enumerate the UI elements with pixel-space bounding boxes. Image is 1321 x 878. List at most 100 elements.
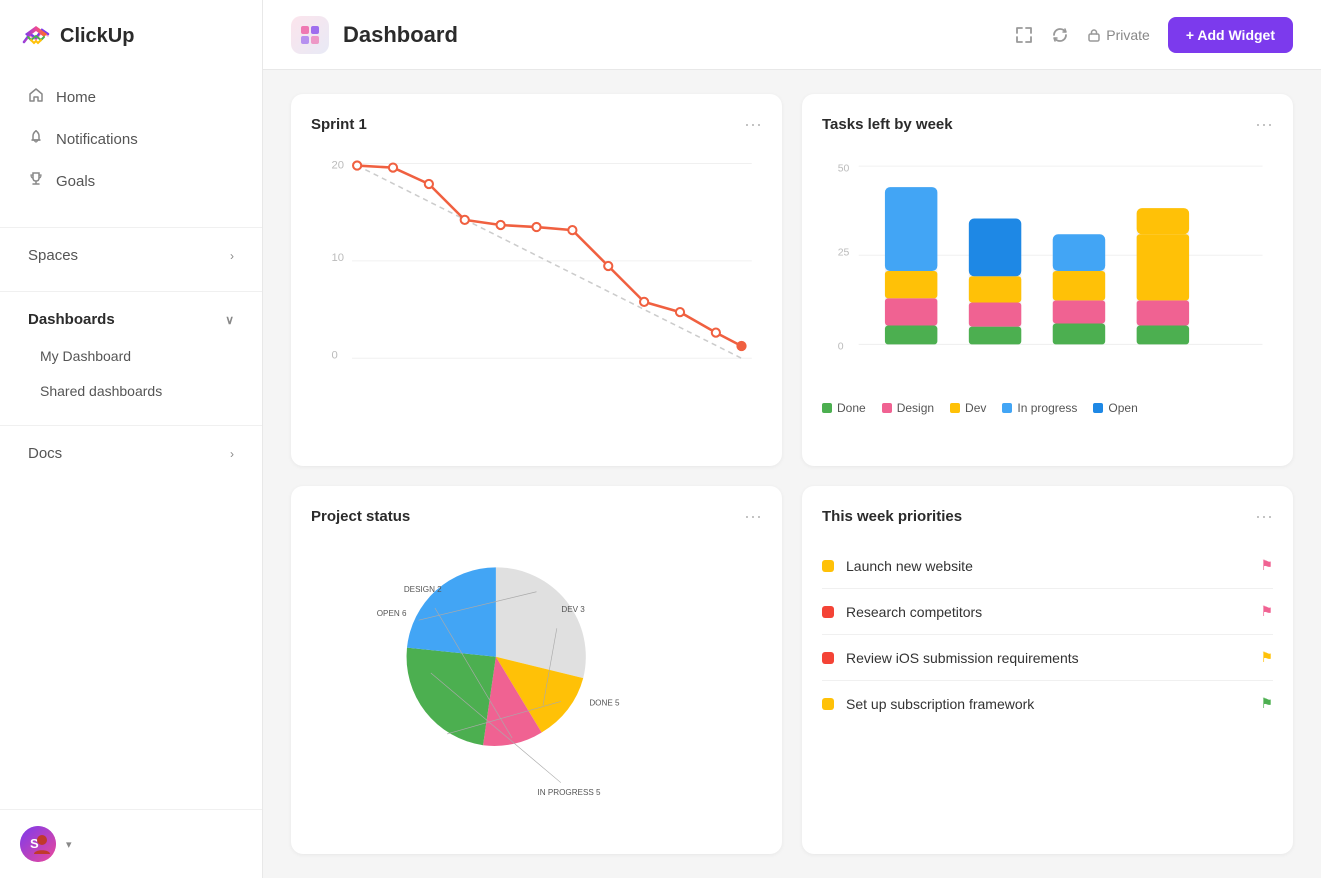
priority-item-subscription[interactable]: Set up subscription framework ⚑ xyxy=(822,681,1273,726)
chart-legend: Done Design Dev In progress Open xyxy=(822,401,1273,415)
sprint-card-header: Sprint 1 ··· xyxy=(311,114,762,135)
header: Dashboard Privat xyxy=(263,0,1321,70)
private-label: Private xyxy=(1106,27,1150,43)
project-status-card: Project status ··· xyxy=(291,486,782,854)
sidebar: ClickUp Home Notifications xyxy=(0,0,263,878)
tasks-card-header: Tasks left by week ··· xyxy=(822,114,1273,135)
priorities-title: This week priorities xyxy=(822,508,962,525)
pie-chart-svg: DEV 3 DESIGN 2 DONE 5 IN PROGRESS 5 OPEN… xyxy=(311,543,762,803)
sprint-card: Sprint 1 ··· 20 10 0 xyxy=(291,94,782,466)
priorities-card: This week priorities ··· Launch new webs… xyxy=(802,486,1293,854)
project-status-menu[interactable]: ··· xyxy=(744,506,762,527)
legend-open-label: Open xyxy=(1108,401,1137,415)
sidebar-item-goals[interactable]: Goals xyxy=(8,161,254,202)
docs-section: Docs › xyxy=(0,425,262,473)
legend-in-progress-label: In progress xyxy=(1017,401,1077,415)
legend-open: Open xyxy=(1093,401,1137,415)
svg-text:DESIGN 2: DESIGN 2 xyxy=(404,585,442,594)
spaces-label: Spaces xyxy=(28,247,78,264)
refresh-button[interactable] xyxy=(1051,26,1069,44)
priority-label-launch: Launch new website xyxy=(846,558,1248,574)
project-status-title: Project status xyxy=(311,508,410,525)
bell-icon xyxy=(28,129,44,150)
dashboards-label: Dashboards xyxy=(28,311,115,328)
dev-dot xyxy=(950,403,960,413)
sidebar-item-shared-dashboards[interactable]: Shared dashboards xyxy=(8,374,254,408)
dashboard-grid: Sprint 1 ··· 20 10 0 xyxy=(263,70,1321,878)
logo[interactable]: ClickUp xyxy=(0,0,262,68)
svg-text:0: 0 xyxy=(838,342,844,353)
legend-design-label: Design xyxy=(897,401,934,415)
priorities-menu[interactable]: ··· xyxy=(1255,506,1273,527)
clickup-logo-icon xyxy=(20,20,52,52)
priority-dot-research xyxy=(822,606,834,618)
priority-flag-subscription: ⚑ xyxy=(1260,695,1273,712)
docs-chevron: › xyxy=(230,447,234,461)
sidebar-item-notifications-label: Notifications xyxy=(56,131,138,148)
tasks-card-title: Tasks left by week xyxy=(822,116,953,133)
legend-dev-label: Dev xyxy=(965,401,986,415)
svg-text:25: 25 xyxy=(838,247,850,258)
sidebar-item-home[interactable]: Home xyxy=(8,77,254,118)
expand-button[interactable] xyxy=(1015,26,1033,44)
legend-done-label: Done xyxy=(837,401,866,415)
open-dot xyxy=(1093,403,1103,413)
svg-text:10: 10 xyxy=(332,252,345,264)
user-chevron: ▾ xyxy=(66,838,72,851)
bar-chart-svg: 50 25 0 xyxy=(822,151,1273,391)
design-dot xyxy=(882,403,892,413)
legend-done: Done xyxy=(822,401,866,415)
dashboards-section: Dashboards ∨ My Dashboard Shared dashboa… xyxy=(0,291,262,409)
done-dot xyxy=(822,403,832,413)
bar-chart-area: 50 25 0 xyxy=(822,151,1273,391)
legend-in-progress: In progress xyxy=(1002,401,1077,415)
svg-text:DONE 5: DONE 5 xyxy=(589,699,620,708)
svg-text:20: 20 xyxy=(332,160,345,172)
shared-dashboards-label: Shared dashboards xyxy=(40,383,162,399)
legend-design: Design xyxy=(882,401,934,415)
sprint-chart: 20 10 0 xyxy=(311,151,762,381)
dashboards-chevron: ∨ xyxy=(225,313,234,327)
my-dashboard-label: My Dashboard xyxy=(40,348,131,364)
spaces-section: Spaces › xyxy=(0,227,262,275)
header-left: Dashboard xyxy=(291,16,458,54)
pie-chart-area: DEV 3 DESIGN 2 DONE 5 IN PROGRESS 5 OPEN… xyxy=(311,543,762,803)
docs-label: Docs xyxy=(28,445,62,462)
sprint-card-title: Sprint 1 xyxy=(311,116,367,133)
priority-label-subscription: Set up subscription framework xyxy=(846,696,1248,712)
legend-dev: Dev xyxy=(950,401,986,415)
private-button[interactable]: Private xyxy=(1087,27,1150,43)
header-right: Private + Add Widget xyxy=(1015,17,1293,53)
sprint-chart-svg: 20 10 0 xyxy=(311,151,762,381)
tasks-card: Tasks left by week ··· 50 25 0 xyxy=(802,94,1293,466)
add-widget-button[interactable]: + Add Widget xyxy=(1168,17,1293,53)
sidebar-item-my-dashboard[interactable]: My Dashboard xyxy=(8,339,254,373)
priority-flag-launch: ⚑ xyxy=(1260,557,1273,574)
user-footer[interactable]: S ▾ xyxy=(0,809,262,878)
priority-item-ios[interactable]: Review iOS submission requirements ⚑ xyxy=(822,635,1273,681)
priority-flag-research: ⚑ xyxy=(1260,603,1273,620)
priority-item-launch[interactable]: Launch new website ⚑ xyxy=(822,543,1273,589)
sidebar-item-goals-label: Goals xyxy=(56,173,95,190)
priorities-header: This week priorities ··· xyxy=(822,506,1273,527)
priority-list: Launch new website ⚑ Research competitor… xyxy=(822,543,1273,726)
dashboards-header[interactable]: Dashboards ∨ xyxy=(8,301,254,338)
priority-label-research: Research competitors xyxy=(846,604,1248,620)
home-icon xyxy=(28,87,44,108)
svg-text:0: 0 xyxy=(332,349,338,361)
docs-header[interactable]: Docs › xyxy=(8,435,254,472)
sprint-card-menu[interactable]: ··· xyxy=(744,114,762,135)
svg-text:DEV 3: DEV 3 xyxy=(561,605,585,614)
tasks-card-menu[interactable]: ··· xyxy=(1255,114,1273,135)
sidebar-nav: Home Notifications xyxy=(0,68,262,211)
trophy-icon xyxy=(28,171,44,192)
spaces-header[interactable]: Spaces › xyxy=(8,237,254,274)
sidebar-item-home-label: Home xyxy=(56,89,96,106)
in-progress-dot xyxy=(1002,403,1012,413)
priority-label-ios: Review iOS submission requirements xyxy=(846,650,1248,666)
priority-item-research[interactable]: Research competitors ⚑ xyxy=(822,589,1273,635)
priority-dot-subscription xyxy=(822,698,834,710)
sidebar-item-notifications[interactable]: Notifications xyxy=(8,119,254,160)
spaces-chevron: › xyxy=(230,249,234,263)
dashboard-icon xyxy=(291,16,329,54)
